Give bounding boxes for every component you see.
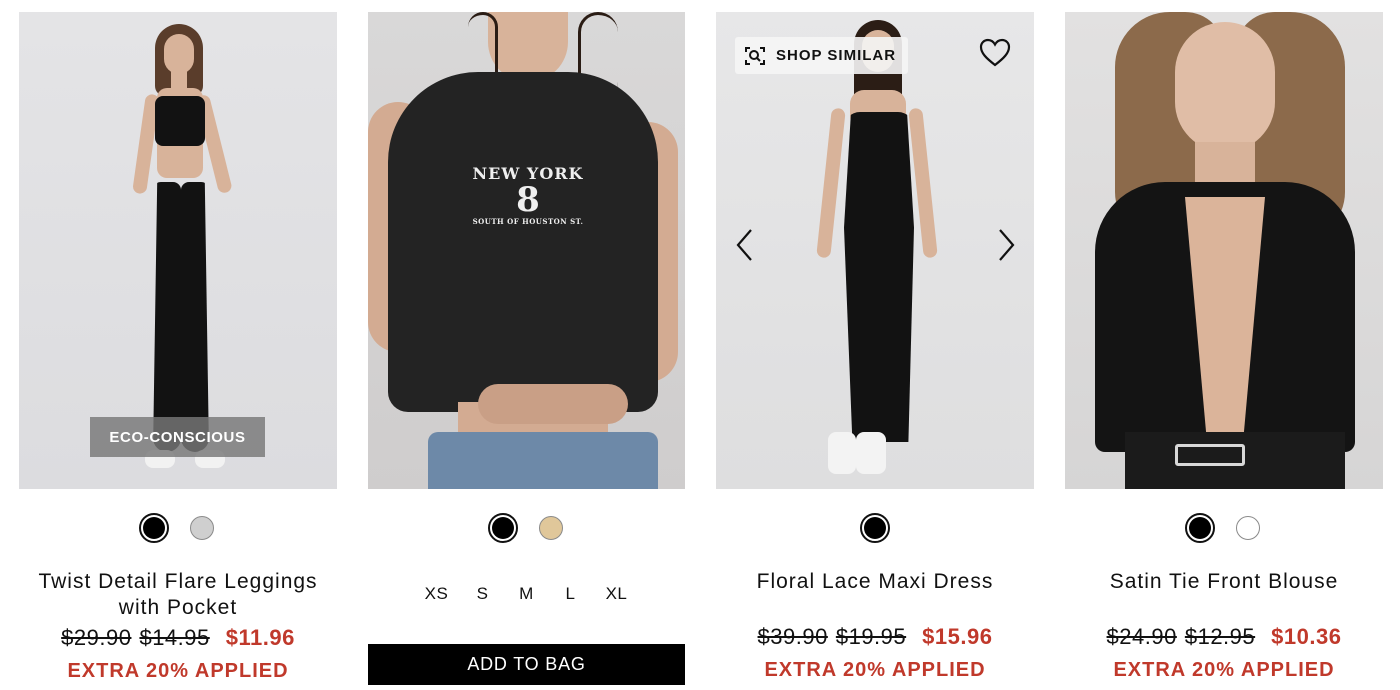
sale-price: $11.96 <box>225 625 295 650</box>
heart-icon[interactable] <box>978 36 1012 70</box>
size-option[interactable]: L <box>560 584 582 604</box>
was-price: $14.95 <box>139 625 210 650</box>
product-card[interactable]: ECO-CONSCIOUS Twist Detail Flare Legging… <box>19 12 337 690</box>
color-swatches <box>716 513 1034 543</box>
original-price: $24.90 <box>1106 624 1177 649</box>
swatch-tan[interactable] <box>536 513 566 543</box>
eco-conscious-badge: ECO-CONSCIOUS <box>90 417 265 457</box>
swatch-grey[interactable] <box>187 513 217 543</box>
size-option[interactable]: XL <box>604 584 630 604</box>
swatch-black[interactable] <box>1185 513 1215 543</box>
color-swatches <box>368 513 685 543</box>
price-row: $29.90 $14.95 $11.96 <box>19 625 337 651</box>
scan-search-icon <box>745 46 765 65</box>
swatch-black[interactable] <box>860 513 890 543</box>
size-option[interactable]: M <box>516 584 538 604</box>
original-price: $29.90 <box>61 625 132 650</box>
swatch-black[interactable] <box>487 513 518 543</box>
product-image[interactable]: NEW YORK 8 SOUTH OF HOUSTON ST. <box>368 12 685 489</box>
size-selector: XS S M L XL <box>368 584 685 604</box>
promo-label: EXTRA 20% APPLIED <box>764 659 986 681</box>
product-card[interactable]: Satin Tie Front Blouse $24.90 $12.95 $10.3… <box>1065 12 1383 690</box>
price-row: $24.90 $12.95 $10.36 <box>1065 624 1383 650</box>
sale-price: $10.36 <box>1271 624 1342 649</box>
product-title[interactable]: Satin Tie Front Blouse <box>1065 569 1383 595</box>
original-price: $39.90 <box>757 624 828 649</box>
product-card[interactable]: NEW YORK 8 SOUTH OF HOUSTON ST. XS S M L… <box>368 12 685 690</box>
tee-graphic: NEW YORK 8 SOUTH OF HOUSTON ST. <box>472 164 584 226</box>
color-swatches <box>1065 513 1383 543</box>
product-card[interactable]: SHOP SIMILAR Floral Lace Maxi Dress $39.… <box>716 12 1034 690</box>
shop-similar-label: SHOP SIMILAR <box>776 47 897 64</box>
size-option[interactable]: XS <box>424 584 450 604</box>
was-price: $12.95 <box>1184 624 1256 649</box>
swatch-black[interactable] <box>139 513 169 543</box>
was-price: $19.95 <box>835 624 907 649</box>
color-swatches <box>19 513 337 543</box>
shop-similar-button[interactable]: SHOP SIMILAR <box>735 37 908 74</box>
swatch-white[interactable] <box>1233 513 1263 543</box>
add-to-bag-button[interactable]: ADD TO BAG <box>368 644 685 685</box>
promo-label: EXTRA 20% APPLIED <box>67 660 289 682</box>
chevron-left-icon[interactable] <box>733 227 757 263</box>
product-image[interactable]: SHOP SIMILAR <box>716 12 1034 489</box>
sale-price: $15.96 <box>922 624 993 649</box>
size-option[interactable]: S <box>472 584 494 604</box>
chevron-right-icon[interactable] <box>994 227 1018 263</box>
product-title[interactable]: Floral Lace Maxi Dress <box>716 569 1034 595</box>
product-image[interactable]: ECO-CONSCIOUS <box>19 12 337 489</box>
price-row: $39.90 $19.95 $15.96 <box>716 624 1034 650</box>
promo-label: EXTRA 20% APPLIED <box>1113 659 1335 681</box>
product-image[interactable] <box>1065 12 1383 489</box>
product-title[interactable]: Twist Detail Flare Leggings with Pocket <box>19 569 337 621</box>
